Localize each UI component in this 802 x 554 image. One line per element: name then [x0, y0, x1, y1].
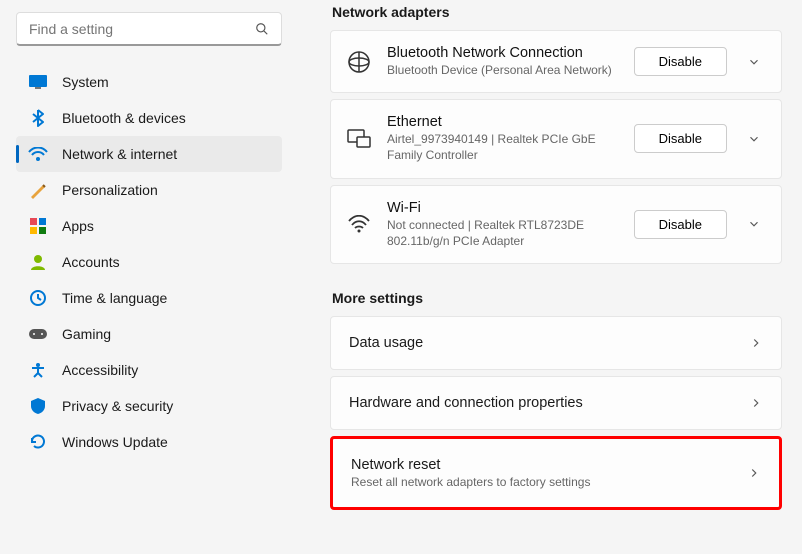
bluetooth-icon [28, 108, 48, 128]
gaming-icon [28, 324, 48, 344]
sidebar: System Bluetooth & devices Network & inter… [0, 0, 292, 554]
settings-row[interactable]: Data usage [330, 316, 782, 370]
sidebar-item-label: Apps [62, 218, 94, 234]
sidebar-item-privacy[interactable]: Privacy & security [16, 388, 282, 424]
adapter-subtitle: Airtel_9973940149 | Realtek PCIe GbE Fam… [387, 131, 618, 163]
chevron-right-icon [749, 336, 763, 350]
sidebar-item-label: Network & internet [62, 146, 177, 162]
row-subtitle: Reset all network adapters to factory se… [351, 475, 590, 489]
adapter-card: Wi-FiNot connected | Realtek RTL8723DE 8… [330, 185, 782, 264]
chevron-right-icon [747, 466, 761, 480]
row-text: Hardware and connection properties [349, 395, 583, 411]
search-box[interactable] [16, 12, 282, 46]
adapter-icon [347, 127, 371, 151]
sidebar-item-label: Personalization [62, 182, 158, 198]
sidebar-item-gaming[interactable]: Gaming [16, 316, 282, 352]
accessibility-icon [28, 360, 48, 380]
section-heading-more: More settings [332, 290, 782, 306]
adapter-title: Wi-Fi [387, 200, 618, 216]
sidebar-item-label: Accessibility [62, 362, 138, 378]
adapter-subtitle: Bluetooth Device (Personal Area Network) [387, 62, 618, 78]
sidebar-item-personalization[interactable]: Personalization [16, 172, 282, 208]
adapter-text: EthernetAirtel_9973940149 | Realtek PCIe… [387, 114, 618, 163]
chevron-down-icon[interactable] [743, 217, 765, 231]
network-icon [28, 144, 48, 164]
disable-button[interactable]: Disable [634, 47, 727, 76]
row-title: Data usage [349, 335, 423, 351]
chevron-down-icon[interactable] [743, 55, 765, 69]
adapter-icon [347, 212, 371, 236]
sidebar-item-update[interactable]: Windows Update [16, 424, 282, 460]
row-title: Hardware and connection properties [349, 395, 583, 411]
sidebar-item-label: System [62, 74, 109, 90]
chevron-right-icon [749, 396, 763, 410]
sidebar-item-label: Accounts [62, 254, 120, 270]
personalization-icon [28, 180, 48, 200]
sidebar-item-time[interactable]: Time & language [16, 280, 282, 316]
adapter-text: Wi-FiNot connected | Realtek RTL8723DE 8… [387, 200, 618, 249]
disable-button[interactable]: Disable [634, 210, 727, 239]
sidebar-item-label: Gaming [62, 326, 111, 342]
sidebar-item-label: Privacy & security [62, 398, 173, 414]
sidebar-item-system[interactable]: System [16, 64, 282, 100]
section-heading-adapters: Network adapters [332, 4, 782, 20]
settings-row[interactable]: Network reset Reset all network adapters … [330, 436, 782, 510]
nav-list: System Bluetooth & devices Network & inter… [16, 64, 282, 460]
main-content: Network adapters Bluetooth Network Conne… [292, 0, 802, 554]
sidebar-item-label: Time & language [62, 290, 167, 306]
adapter-title: Ethernet [387, 114, 618, 130]
row-title: Network reset [351, 457, 590, 473]
adapter-icon [347, 50, 371, 74]
sidebar-item-bluetooth[interactable]: Bluetooth & devices [16, 100, 282, 136]
adapter-card: Bluetooth Network ConnectionBluetooth De… [330, 30, 782, 93]
accounts-icon [28, 252, 48, 272]
search-icon [255, 22, 269, 36]
update-icon [28, 432, 48, 452]
apps-icon [28, 216, 48, 236]
sidebar-item-accounts[interactable]: Accounts [16, 244, 282, 280]
sidebar-item-label: Bluetooth & devices [62, 110, 186, 126]
time-icon [28, 288, 48, 308]
adapter-subtitle: Not connected | Realtek RTL8723DE 802.11… [387, 217, 618, 249]
sidebar-item-accessibility[interactable]: Accessibility [16, 352, 282, 388]
chevron-down-icon[interactable] [743, 132, 765, 146]
privacy-icon [28, 396, 48, 416]
settings-row[interactable]: Hardware and connection properties [330, 376, 782, 430]
sidebar-item-network[interactable]: Network & internet [16, 136, 282, 172]
adapter-card: EthernetAirtel_9973940149 | Realtek PCIe… [330, 99, 782, 178]
disable-button[interactable]: Disable [634, 124, 727, 153]
system-icon [28, 72, 48, 92]
row-text: Network reset Reset all network adapters … [351, 457, 590, 489]
adapter-text: Bluetooth Network ConnectionBluetooth De… [387, 45, 618, 78]
sidebar-item-apps[interactable]: Apps [16, 208, 282, 244]
sidebar-item-label: Windows Update [62, 434, 168, 450]
adapter-title: Bluetooth Network Connection [387, 45, 618, 61]
search-input[interactable] [29, 21, 255, 37]
row-text: Data usage [349, 335, 423, 351]
